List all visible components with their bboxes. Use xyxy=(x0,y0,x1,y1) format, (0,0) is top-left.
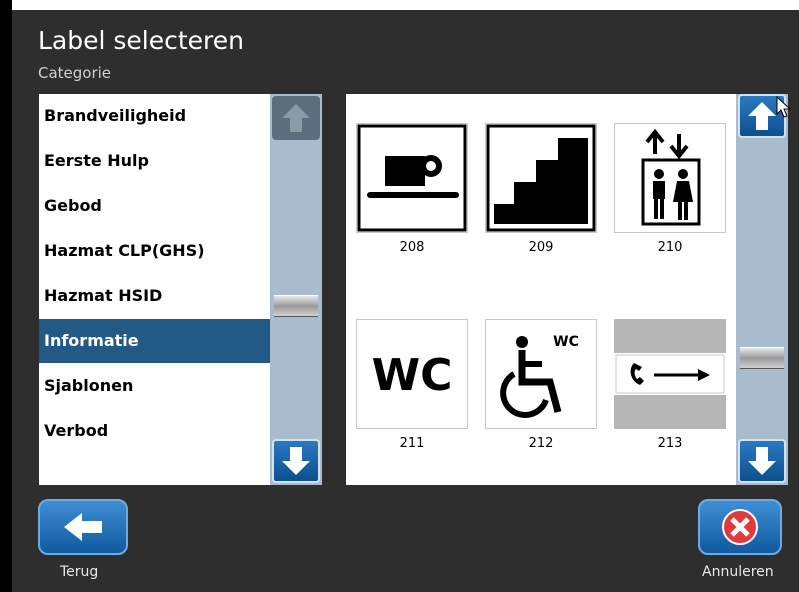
category-label: Brandveiligheid xyxy=(44,106,187,125)
coffee-cup-icon xyxy=(357,124,467,232)
phone-arrow-icon xyxy=(614,319,726,429)
label-number: 213 xyxy=(657,436,683,451)
svg-text:WC: WC xyxy=(553,334,579,350)
back-button-label: Terug xyxy=(60,564,99,580)
category-scroll-thumb[interactable] xyxy=(274,295,318,317)
screen-bezel xyxy=(0,0,12,592)
category-label: Sjablonen xyxy=(44,376,134,395)
arrow-down-icon xyxy=(282,447,310,475)
elevator-icon xyxy=(641,128,701,226)
accessible-wc-icon: WC xyxy=(500,334,579,418)
category-label: Eerste Hulp xyxy=(44,151,149,170)
mouse-pointer-icon xyxy=(776,96,792,118)
label-scroll-thumb[interactable] xyxy=(740,347,784,369)
label-tile[interactable]: WC xyxy=(356,319,468,429)
category-item-selected[interactable]: Informatie xyxy=(39,319,270,363)
arrow-up-icon xyxy=(282,104,310,132)
label-tile[interactable] xyxy=(356,123,468,233)
category-item[interactable]: Hazmat CLP(GHS) xyxy=(39,229,270,273)
cancel-button-label: Annuleren xyxy=(702,564,774,580)
stairs-icon xyxy=(486,124,596,232)
wc-icon: WC xyxy=(372,350,453,401)
cancel-button[interactable] xyxy=(698,499,782,555)
back-button[interactable] xyxy=(38,499,128,555)
category-label: Informatie xyxy=(44,331,139,350)
label-number: 210 xyxy=(657,240,683,255)
category-label: Gebod xyxy=(44,196,102,215)
printer-screen: Label selecteren Categorie Brandveilighe… xyxy=(12,10,799,592)
category-scrollbar[interactable] xyxy=(270,94,322,485)
category-item[interactable]: Gebod xyxy=(39,184,270,228)
category-item[interactable]: Verbod xyxy=(39,409,270,453)
label-number: 211 xyxy=(399,436,425,451)
category-scroll-up-button[interactable] xyxy=(272,96,320,140)
label-number: 209 xyxy=(528,240,554,255)
label-tile[interactable] xyxy=(614,123,726,233)
close-icon xyxy=(722,509,758,545)
category-label: Verbod xyxy=(44,421,109,440)
page-title: Label selecteren xyxy=(38,26,245,55)
label-scroll-down-button[interactable] xyxy=(738,439,786,483)
svg-text:WC: WC xyxy=(372,350,453,401)
label-tile[interactable] xyxy=(485,123,597,233)
page-subtitle: Categorie xyxy=(38,64,112,82)
arrow-down-icon xyxy=(748,447,776,475)
arrow-left-icon xyxy=(64,513,102,541)
label-number: 212 xyxy=(528,436,554,451)
label-number: 208 xyxy=(399,240,425,255)
category-list: Brandveiligheid Eerste Hulp Gebod Hazmat… xyxy=(39,94,270,485)
category-scroll-down-button[interactable] xyxy=(272,439,320,483)
category-item[interactable]: Sjablonen xyxy=(39,364,270,408)
category-label: Hazmat HSID xyxy=(44,286,163,305)
category-label: Hazmat CLP(GHS) xyxy=(44,241,205,260)
label-tile[interactable] xyxy=(614,319,726,429)
category-item[interactable]: Hazmat HSID xyxy=(39,274,270,318)
label-tile[interactable]: WC xyxy=(485,319,597,429)
category-item[interactable]: Eerste Hulp xyxy=(39,139,270,183)
category-item[interactable]: Brandveiligheid xyxy=(39,94,270,138)
label-grid: 208 209 210 WC 211 WC 212 213 xyxy=(346,94,737,485)
label-scrollbar[interactable] xyxy=(736,94,788,485)
